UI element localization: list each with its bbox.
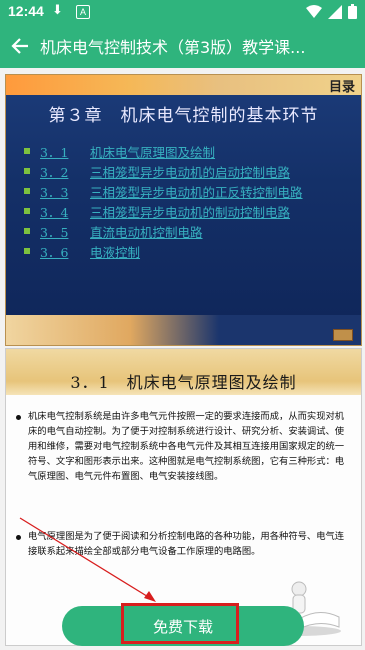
toc-item[interactable]: 3．4 三相笼型异步电动机的制动控制电路 xyxy=(24,201,303,221)
toc-item[interactable]: 3．5 直流电动机控制电路 xyxy=(24,221,303,241)
toc-number: 3．3 xyxy=(40,184,69,200)
bullet-icon xyxy=(16,415,21,420)
toc-list: 3．1 机床电气原理图及绘制 3．2 三相笼型异步电动机的启动控制电路 3．3 三相笼… xyxy=(24,141,303,261)
bullet-icon xyxy=(24,148,30,154)
app-notification-icon: A xyxy=(76,5,90,19)
bullet-icon xyxy=(24,168,30,174)
bullet-icon xyxy=(24,248,30,254)
paragraph: 机床电气控制系统是由许多电气元件按照一定的要求连接而成，从而实现对机床的电气自动… xyxy=(28,411,345,482)
toc-item[interactable]: 3．1 机床电气原理图及绘制 xyxy=(24,141,303,161)
slide-bottom-art xyxy=(6,315,361,345)
toc-corner-label: 目录 xyxy=(328,80,355,95)
toc-number: 3．2 xyxy=(40,164,69,180)
battery-icon xyxy=(348,4,357,19)
toc-number: 3．6 xyxy=(40,244,69,260)
toc-number: 3．4 xyxy=(40,204,69,220)
status-bar: 12:44 ⬇ A xyxy=(0,0,365,24)
toc-number: 3．1 xyxy=(40,144,69,160)
slide-top-band xyxy=(6,75,361,95)
signal-icon xyxy=(328,4,342,19)
toc-link[interactable]: 三相笼型异步电动机的启动控制电路 xyxy=(90,162,290,181)
paragraph: 电气原理图是为了便于阅读和分析控制电路的各种功能，用各种符号、电气连接联系起来描… xyxy=(28,531,345,557)
slide-section-3-1[interactable]: 3．1 机床电气原理图及绘制 机床电气控制系统是由许多电气元件按照一定的要求连接… xyxy=(5,348,362,646)
toc-number: 3．5 xyxy=(40,224,69,240)
toc-link[interactable]: 机床电气原理图及绘制 xyxy=(90,142,215,161)
bullet-icon xyxy=(24,188,30,194)
app-bar: 机床电气控制技术（第3版）教学课... xyxy=(0,24,365,68)
annotation-highlight-box xyxy=(121,603,239,644)
section-title: 3．1 机床电气原理图及绘制 xyxy=(70,373,297,392)
chapter-title: 第３章 机床电气控制的基本环节 xyxy=(48,106,319,126)
toc-link[interactable]: 三相笼型异步电动机的制动控制电路 xyxy=(90,202,290,221)
status-time: 12:44 xyxy=(8,3,44,19)
slide-toc[interactable]: 目录 第３章 机床电气控制的基本环节 3．1 机床电气原理图及绘制 3．2 三相笼型… xyxy=(5,74,362,346)
slides-viewer[interactable]: 目录 第３章 机床电气控制的基本环节 3．1 机床电气原理图及绘制 3．2 三相笼型… xyxy=(0,68,365,650)
bullet-icon xyxy=(24,228,30,234)
bullet-icon xyxy=(24,208,30,214)
bullet-icon xyxy=(16,535,21,540)
toc-link[interactable]: 直流电动机控制电路 xyxy=(90,222,203,241)
toc-link[interactable]: 三相笼型异步电动机的正反转控制电路 xyxy=(90,182,303,201)
toc-item[interactable]: 3．6 电液控制 xyxy=(24,241,303,261)
download-icon: ⬇ xyxy=(52,3,63,18)
toc-link[interactable]: 电液控制 xyxy=(90,242,140,261)
back-button[interactable] xyxy=(0,24,40,68)
toc-item[interactable]: 3．2 三相笼型异步电动机的启动控制电路 xyxy=(24,161,303,181)
return-nav-button[interactable] xyxy=(333,329,353,341)
page-title: 机床电气控制技术（第3版）教学课... xyxy=(40,38,306,57)
wifi-icon xyxy=(306,4,322,18)
toc-item[interactable]: 3．3 三相笼型异步电动机的正反转控制电路 xyxy=(24,181,303,201)
back-arrow-icon xyxy=(11,38,28,54)
